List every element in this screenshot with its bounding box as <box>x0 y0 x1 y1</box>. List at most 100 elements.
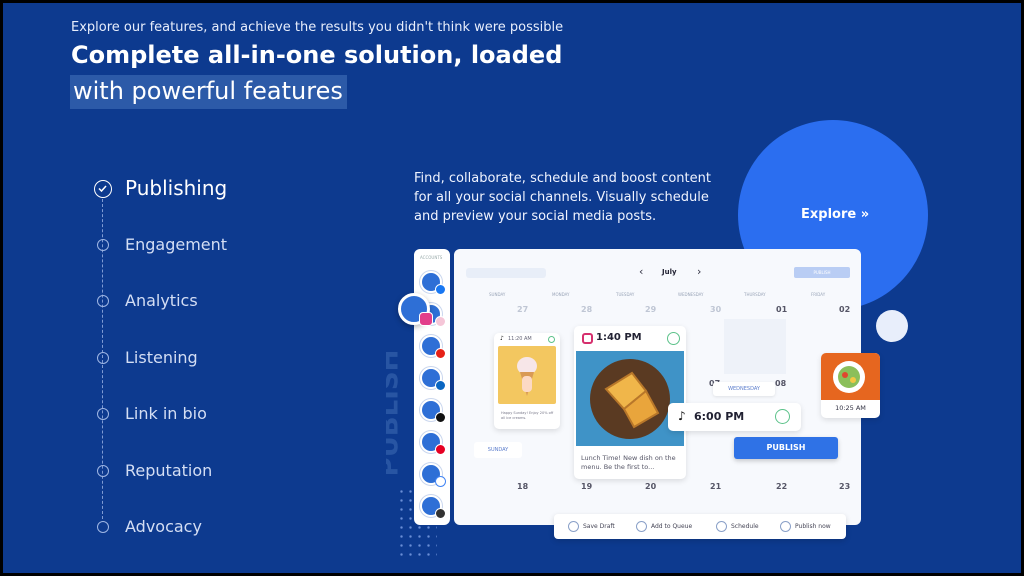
decorative-small-circle <box>876 310 908 342</box>
status-ring-icon <box>775 409 790 424</box>
bullet-circle-icon <box>97 521 109 533</box>
feature-item-advocacy[interactable]: Advocacy <box>93 513 293 541</box>
post-time: 6:00 PM <box>694 410 745 423</box>
feature-label: Publishing <box>125 176 228 200</box>
date-number: 27 <box>517 305 529 314</box>
hero-eyebrow: Explore our features, and achieve the re… <box>71 20 564 35</box>
action-label: Save Draft <box>583 523 615 530</box>
date-number: 21 <box>710 482 722 491</box>
chevron-left-icon[interactable]: ‹ <box>639 265 643 278</box>
date-number: 29 <box>645 305 657 314</box>
feature-description: Find, collaborate, schedule and boost co… <box>414 171 711 224</box>
explore-link[interactable]: Explore » <box>801 207 869 222</box>
instagram-icon <box>435 316 446 327</box>
feature-item-engagement[interactable]: Engagement <box>93 231 293 259</box>
day-header: SUNDAY <box>489 292 506 297</box>
feature-item-listening[interactable]: Listening <box>93 344 293 372</box>
account-avatar-youtube[interactable] <box>420 335 446 359</box>
status-ring-icon <box>548 336 555 343</box>
scheduled-post-card-tiktok[interactable]: ♪ 6:00 PM <box>668 403 801 431</box>
date-number: 08 <box>775 379 787 388</box>
publish-button[interactable]: PUBLISH <box>734 437 838 459</box>
feature-item-publishing[interactable]: Publishing <box>93 175 293 203</box>
post-caption: Happy Sunday! Enjoy 20% off all ice crea… <box>501 411 554 420</box>
post-time: 11:20 AM <box>508 336 532 342</box>
bullet-circle-icon <box>97 295 109 307</box>
date-number: 02 <box>839 305 851 314</box>
account-avatar-linkedin[interactable] <box>420 367 446 391</box>
calendar-month: July <box>662 268 677 276</box>
radio-icon <box>568 521 579 532</box>
feature-label: Advocacy <box>125 517 202 536</box>
post-image <box>576 351 684 446</box>
radio-icon <box>716 521 727 532</box>
instagram-icon <box>419 312 433 326</box>
date-number: 18 <box>517 482 529 491</box>
feature-item-analytics[interactable]: Analytics <box>93 287 293 315</box>
threads-icon <box>435 508 446 519</box>
hero-section: Explore our features, and achieve the re… <box>3 3 1021 573</box>
action-label: Publish now <box>795 523 831 530</box>
bullet-circle-icon <box>97 352 109 364</box>
post-caption: Lunch Time! New dish on the menu. Be the… <box>581 454 676 471</box>
scheduled-post-card[interactable]: ♪ 11:20 AM Happy Sunday! Enjoy 20% off a… <box>494 333 560 429</box>
day-header: MONDAY <box>552 292 570 297</box>
radio-icon <box>636 521 647 532</box>
facebook-icon <box>435 284 446 295</box>
pinterest-icon <box>435 444 446 455</box>
accounts-column: ACCOUNTS <box>414 249 450 525</box>
date-number: 19 <box>581 482 593 491</box>
account-avatar-pinterest[interactable] <box>420 431 446 455</box>
date-number: 20 <box>645 482 657 491</box>
tiktok-icon: ♪ <box>500 335 504 342</box>
day-header: THURSDAY <box>744 292 766 297</box>
radio-icon <box>780 521 791 532</box>
tiktok-icon: ♪ <box>678 409 686 423</box>
publish-mini-button[interactable]: PUBLISH <box>794 267 850 278</box>
date-number: 01 <box>776 305 788 314</box>
account-avatar-tiktok[interactable] <box>420 399 446 423</box>
day-header: TUESDAY <box>616 292 635 297</box>
account-avatar-facebook[interactable] <box>420 271 446 295</box>
wednesday-tag: WEDNESDAY <box>713 382 775 396</box>
day-header: FRIDAY <box>811 292 826 297</box>
google-icon <box>435 476 446 487</box>
hero-headline: Complete all-in-one solution, loaded <box>71 41 563 69</box>
search-input[interactable] <box>466 268 546 278</box>
date-number: 23 <box>839 482 851 491</box>
feature-item-reputation[interactable]: Reputation <box>93 457 293 485</box>
feature-label: Reputation <box>125 461 213 480</box>
feature-label: Link in bio <box>125 404 207 423</box>
post-action-bar: Save Draft Add to Queue Schedule Publish… <box>554 514 846 539</box>
date-number: 28 <box>581 305 593 314</box>
feature-label: Listening <box>125 348 198 367</box>
account-avatar-google[interactable] <box>420 463 446 487</box>
feature-label: Analytics <box>125 291 198 310</box>
linkedin-icon <box>435 380 446 391</box>
youtube-icon <box>435 348 446 359</box>
bullet-circle-icon <box>97 239 109 251</box>
bullet-circle-icon <box>97 465 109 477</box>
post-time: 10:25 AM <box>835 404 866 412</box>
calendar-cell-thursday <box>724 319 786 374</box>
tiktok-icon <box>435 412 446 423</box>
account-avatar-instagram-selected[interactable] <box>398 293 433 326</box>
publish-watermark: PUBLISH <box>386 349 405 477</box>
date-number: 30 <box>710 305 722 314</box>
feature-label: Engagement <box>125 235 228 254</box>
accounts-column-title: ACCOUNTS <box>420 255 443 260</box>
scheduled-post-card-instagram[interactable]: 1:40 PM Lunch Time! New dish on the menu… <box>574 326 686 479</box>
post-image <box>821 353 880 400</box>
chevron-right-icon[interactable]: › <box>697 265 701 278</box>
day-header: WEDNESDAY <box>678 292 704 297</box>
date-number: 22 <box>776 482 788 491</box>
status-ring-icon <box>667 332 680 345</box>
bullet-circle-icon <box>97 408 109 420</box>
action-label: Schedule <box>731 523 759 530</box>
scheduled-post-card-food[interactable]: 10:25 AM <box>821 353 880 418</box>
check-circle-icon <box>94 180 112 198</box>
account-avatar-threads[interactable] <box>420 495 446 519</box>
hero-headline-highlight: with powerful features <box>70 75 347 109</box>
feature-item-link-in-bio[interactable]: Link in bio <box>93 400 293 428</box>
sunday-tag: SUNDAY <box>474 442 522 458</box>
